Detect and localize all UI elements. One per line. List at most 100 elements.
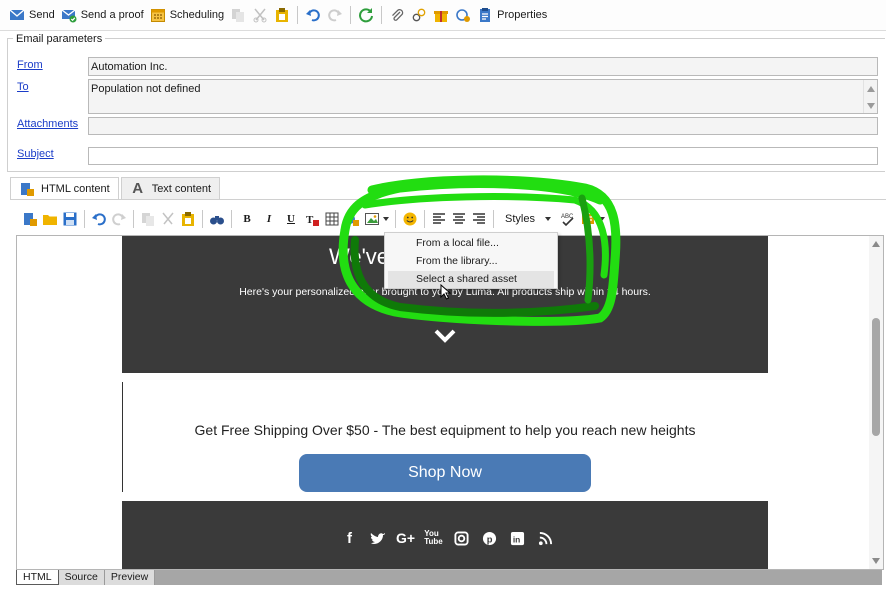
toolbar-separator <box>133 210 134 228</box>
attachments-field[interactable] <box>88 117 878 135</box>
editor-cut-button[interactable] <box>158 208 178 230</box>
to-field[interactable]: Population not defined <box>88 79 878 114</box>
tab-preview[interactable]: Preview <box>104 570 156 585</box>
scroll-down-icon[interactable] <box>867 103 875 109</box>
toolbar-separator <box>350 6 352 24</box>
pinterest-icon[interactable]: p <box>480 529 499 547</box>
toolbar-separator <box>202 210 203 228</box>
chevron-down-icon <box>383 217 389 221</box>
insert-image-button[interactable] <box>362 208 391 230</box>
personalization-button[interactable] <box>430 4 452 26</box>
svg-text:in: in <box>513 534 520 544</box>
new-html-button[interactable] <box>20 208 40 230</box>
properties-label: Properties <box>497 9 548 21</box>
toolbar-separator <box>424 210 425 228</box>
send-button[interactable]: Send <box>6 4 58 26</box>
instagram-icon[interactable] <box>452 529 471 547</box>
scroll-up-icon[interactable] <box>872 241 880 247</box>
editor-copy-button[interactable] <box>138 208 158 230</box>
table-button[interactable] <box>322 208 342 230</box>
to-value: Population not defined <box>91 83 201 95</box>
tab-text-content[interactable]: A Text content <box>120 177 221 199</box>
properties-button[interactable]: Properties <box>474 4 550 26</box>
cut-button[interactable] <box>249 4 271 26</box>
youtube-icon[interactable]: You Tube <box>424 529 443 547</box>
align-left-button[interactable] <box>429 208 449 230</box>
attachments-link[interactable]: Attachments <box>17 118 89 130</box>
tab-html[interactable]: HTML <box>16 570 59 585</box>
tab-source[interactable]: Source <box>58 570 105 585</box>
styles-dropdown[interactable]: Styles <box>498 208 558 230</box>
underline-button[interactable]: U <box>280 208 302 230</box>
subject-link[interactable]: Subject <box>17 148 89 160</box>
insert-image-menu: From a local file... From the library...… <box>384 232 558 289</box>
spellcheck-button[interactable]: ABC <box>558 208 578 230</box>
align-center-button[interactable] <box>449 208 469 230</box>
scheduling-button[interactable]: Scheduling <box>147 4 227 26</box>
tracking-button[interactable] <box>452 4 474 26</box>
rss-icon[interactable] <box>536 529 555 547</box>
gift-icon <box>433 7 449 23</box>
editor-undo-button[interactable] <box>89 208 109 230</box>
from-field[interactable]: Automation Inc. <box>88 57 878 76</box>
paste-button[interactable] <box>271 4 293 26</box>
send-proof-button[interactable]: Send a proof <box>58 4 147 26</box>
properties-clipboard-icon <box>477 7 493 23</box>
find-button[interactable] <box>207 208 227 230</box>
scrollbar-thumb[interactable] <box>872 318 880 436</box>
send-envelope-icon <box>9 7 25 23</box>
personalize-button[interactable] <box>342 208 362 230</box>
twitter-icon[interactable] <box>368 529 387 547</box>
scroll-down-icon[interactable] <box>872 558 880 564</box>
emoji-button[interactable] <box>400 208 420 230</box>
from-link[interactable]: From <box>17 59 89 71</box>
linkedin-icon[interactable]: in <box>508 529 527 547</box>
subject-input[interactable] <box>88 147 878 165</box>
text-color-button[interactable]: T <box>302 208 322 230</box>
svg-text:p: p <box>487 534 493 544</box>
save-button[interactable] <box>60 208 80 230</box>
tab-html-content[interactable]: HTML content <box>10 177 119 200</box>
link-button[interactable] <box>408 4 430 26</box>
tab-text-content-label: Text content <box>151 182 212 195</box>
promo-text[interactable]: Get Free Shipping Over $50 - The best eq… <box>122 422 768 438</box>
facebook-icon[interactable]: f <box>340 529 359 547</box>
undo-icon <box>305 7 321 23</box>
refresh-button[interactable] <box>355 4 377 26</box>
open-button[interactable] <box>40 208 60 230</box>
menu-item-local-file[interactable]: From a local file... <box>388 235 554 252</box>
bold-button[interactable]: B <box>236 208 258 230</box>
editor-paste-button[interactable] <box>178 208 198 230</box>
paste-clipboard-icon <box>180 211 196 227</box>
paste-clipboard-icon <box>274 7 290 23</box>
attachment-button[interactable] <box>386 4 408 26</box>
align-right-button[interactable] <box>469 208 489 230</box>
link-icon <box>411 7 427 23</box>
image-icon <box>364 211 380 227</box>
copy-icon <box>230 7 246 23</box>
scissors-icon <box>160 211 176 227</box>
toolbar-separator <box>493 210 494 228</box>
redo-icon <box>327 7 343 23</box>
menu-item-library[interactable]: From the library... <box>388 253 554 270</box>
chevron-down-icon <box>598 217 605 221</box>
editor-scrollbar[interactable] <box>869 236 883 569</box>
to-field-scrollbar[interactable] <box>863 80 877 113</box>
subject-row: Subject <box>17 148 89 160</box>
to-link[interactable]: To <box>17 81 89 93</box>
google-plus-icon[interactable]: G+ <box>396 529 415 547</box>
binoculars-icon <box>209 211 225 227</box>
editor-redo-button[interactable] <box>109 208 129 230</box>
redo-button[interactable] <box>324 4 346 26</box>
shop-now-button[interactable]: Shop Now <box>299 454 591 492</box>
toolbar-separator <box>84 210 85 228</box>
scroll-up-icon[interactable] <box>867 86 875 92</box>
menu-item-shared-asset[interactable]: Select a shared asset <box>388 271 554 288</box>
italic-button[interactable]: I <box>258 208 280 230</box>
undo-button[interactable] <box>302 4 324 26</box>
editor-toolbar: B I U T Styles ABC <box>16 205 884 233</box>
email-parameters-legend: Email parameters <box>13 33 106 45</box>
email-footer: f G+ You Tube p in <box>122 501 768 569</box>
copy-button[interactable] <box>227 4 249 26</box>
block-format-button[interactable] <box>578 208 607 230</box>
